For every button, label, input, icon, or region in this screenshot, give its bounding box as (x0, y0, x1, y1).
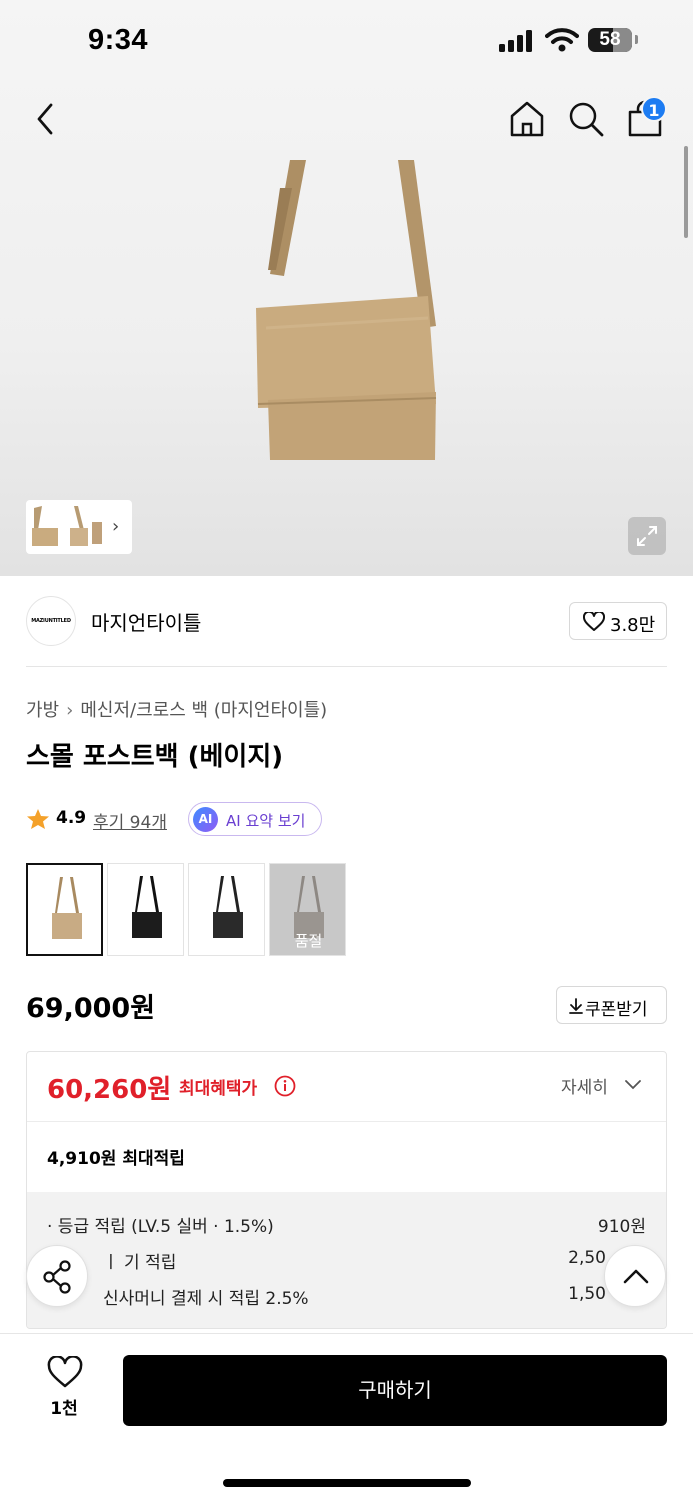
points-row-value: 910원 (597, 1217, 646, 1237)
breadcrumb-separator-icon: › (66, 700, 74, 721)
max-points: 4,910원 최대적립 (47, 1149, 185, 1169)
variant-image (213, 876, 243, 938)
benefit-header[interactable]: 60,260원 최대혜택가 자세히 (27, 1052, 666, 1122)
points-row: 신사머니 결제 시 적립 2.5% 1,50 (47, 1284, 646, 1309)
breadcrumb-subcategory[interactable]: 메신저/크로스 백 (마지언타이틀) (80, 700, 327, 721)
share-button[interactable] (26, 1245, 88, 1307)
wishlist-count: 1천 (50, 1399, 78, 1419)
scroll-top-button[interactable] (604, 1245, 666, 1307)
buy-button[interactable]: 구매하기 (123, 1355, 667, 1426)
wifi-icon (545, 28, 579, 52)
status-bar: 9:34 58 (0, 0, 693, 84)
battery-icon: 58 (588, 28, 632, 52)
share-icon (43, 1260, 71, 1294)
wishlist-heart-icon[interactable] (46, 1356, 84, 1390)
variant-option-charcoal[interactable] (188, 863, 265, 956)
brand-name[interactable]: 마지언타이틀 (91, 607, 201, 636)
coupon-button[interactable]: 쿠폰받기 (556, 986, 667, 1024)
breadcrumb: 가방 › 메신저/크로스 백 (마지언타이틀) (26, 696, 327, 722)
points-row-label: ㅣ 기 적립 (103, 1253, 177, 1273)
product-image-area[interactable]: 9:34 58 1 › (0, 0, 693, 576)
variant-image (132, 876, 162, 938)
brand-logo[interactable]: MAZIUNTITLED (26, 596, 76, 646)
search-icon[interactable] (567, 100, 605, 138)
variant-option-black[interactable] (107, 863, 184, 956)
home-indicator (223, 1479, 471, 1487)
battery-level: 58 (599, 29, 621, 50)
ai-summary-button[interactable]: AI AI 요약 보기 (188, 802, 322, 836)
expand-icon (637, 526, 657, 546)
max-benefit-price: 60,260원 (47, 1075, 172, 1105)
product-title: 스몰 포스트백 (베이지) (26, 742, 284, 772)
divider (26, 666, 667, 667)
star-icon (27, 809, 49, 829)
ai-summary-label: AI 요약 보기 (226, 812, 306, 830)
review-count-link[interactable]: 후기 94개 (93, 808, 167, 833)
chevron-up-icon (623, 1269, 649, 1284)
original-price: 69,000원 (26, 993, 156, 1024)
variant-image (52, 877, 82, 939)
image-scrollbar[interactable] (684, 146, 688, 238)
points-row: ㅣ 기 적립 2,50 (47, 1248, 646, 1273)
bottom-action-bar: 1천 구매하기 (0, 1333, 693, 1500)
image-thumbnail-strip[interactable]: › (26, 500, 132, 554)
status-time: 9:34 (88, 24, 149, 56)
home-icon[interactable] (508, 100, 546, 138)
download-icon (569, 998, 583, 1014)
points-breakdown: · 등급 적립 (LV.5 실버 · 1.5%) 910원 ㅣ 기 적립 2,5… (27, 1192, 666, 1328)
detail-toggle[interactable]: 자세히 (561, 1073, 608, 1098)
chevron-down-icon[interactable] (625, 1080, 641, 1090)
variant-option-soldout[interactable]: 품절 (269, 863, 346, 956)
cellular-signal-icon (499, 30, 532, 52)
cart-count-badge: 1 (641, 96, 667, 122)
soldout-label: 품절 (294, 932, 323, 950)
brand-like-count: 3.8만 (610, 615, 656, 636)
battery-tip (635, 35, 638, 44)
heart-icon (583, 612, 605, 631)
expand-image-button[interactable] (628, 517, 666, 555)
product-photo (256, 160, 437, 460)
points-row-label: · 등급 적립 (LV.5 실버 · 1.5%) (47, 1217, 274, 1237)
points-row: · 등급 적립 (LV.5 실버 · 1.5%) 910원 (47, 1212, 646, 1237)
benefit-panel: 60,260원 최대혜택가 자세히 4,910원 최대적립 · 등급 적립 (L… (26, 1051, 667, 1329)
variant-option-beige[interactable] (26, 863, 103, 956)
breadcrumb-category[interactable]: 가방 (26, 700, 59, 721)
ai-icon: AI (193, 807, 218, 832)
rating-value: 4.9 (56, 808, 87, 828)
points-row-value: 1,50 (568, 1284, 606, 1304)
coupon-label: 쿠폰받기 (585, 1000, 648, 1020)
thumbnail-next-icon[interactable]: › (112, 516, 119, 537)
max-benefit-label: 최대혜택가 (179, 1079, 258, 1099)
brand-like-button[interactable]: 3.8만 (569, 602, 667, 640)
points-row-label: 신사머니 결제 시 적립 2.5% (103, 1289, 309, 1309)
back-chevron-icon[interactable] (30, 100, 62, 138)
points-row-value: 2,50 (568, 1248, 606, 1268)
thumbnail-images (32, 506, 102, 546)
info-icon[interactable] (274, 1075, 296, 1097)
